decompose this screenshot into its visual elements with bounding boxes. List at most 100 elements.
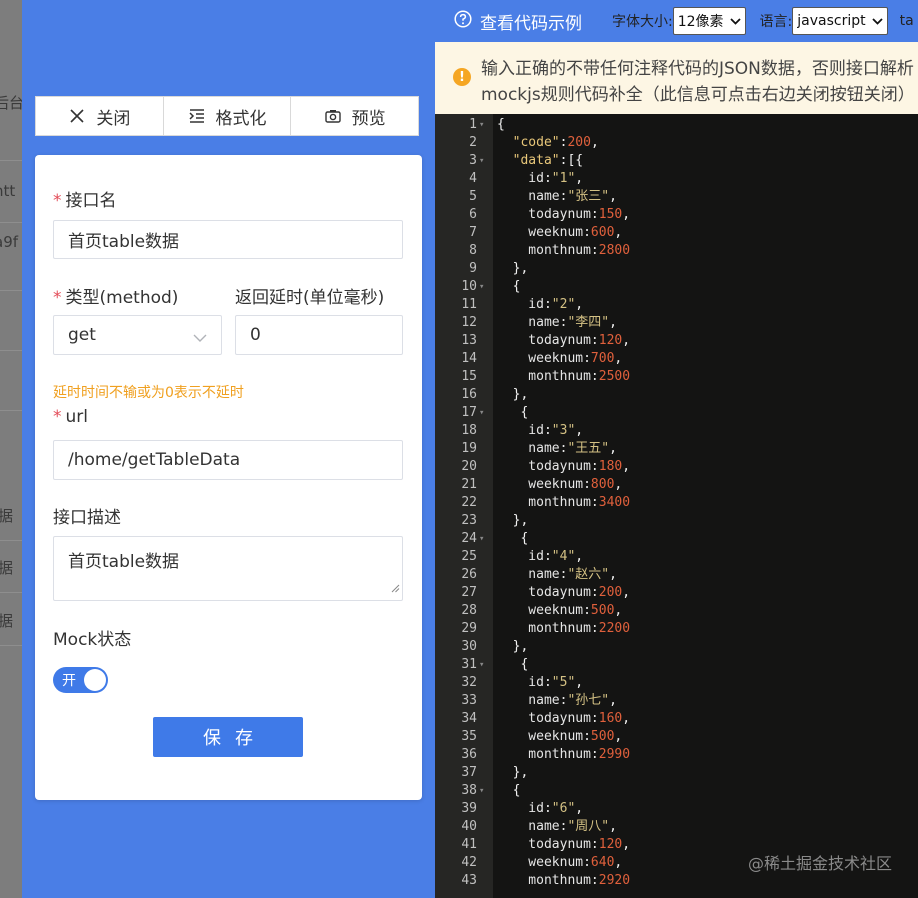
line-number: 5 [469,189,477,204]
fold-arrow-icon[interactable]: ▾ [479,278,484,296]
toggle-knob [84,669,106,691]
line-number: 34 [461,711,477,726]
code-line: 29 monthnum:2200 [435,620,918,638]
code-text: name:"孙七", [497,693,617,708]
api-form-card: * 接口名 首页table数据 * 类型(method) 返回延时(单位毫秒) ge… [35,155,422,800]
format-button[interactable]: 格式化 [164,97,292,135]
code-line: 33 name:"孙七", [435,692,918,710]
code-text: todaynum:160, [497,711,631,726]
url-input[interactable]: /home/getTableData [53,440,403,480]
api-name-value: 首页table数据 [68,232,180,252]
description-textarea[interactable]: 首页table数据 [53,536,403,601]
line-number: 13 [461,333,477,348]
extra-option-label: ta [899,13,914,29]
code-text: todaynum:180, [497,459,631,474]
line-number: 20 [461,459,477,474]
code-line: 10 ▾ { [435,278,918,296]
code-text: name:"王五", [497,441,617,456]
code-line: 26 name:"赵六", [435,566,918,584]
code-text: weeknum:700, [497,351,623,366]
close-icon [68,107,86,125]
code-text: todaynum:120, [497,837,631,852]
code-line: 34 todaynum:160, [435,710,918,728]
toggle-text: 开 [62,673,76,689]
line-number: 15 [461,369,477,384]
code-text: "data":[{ [512,153,584,168]
code-text: { [497,783,521,798]
line-number: 41 [461,837,477,852]
save-button[interactable]: 保存 [153,717,303,757]
code-example-link[interactable]: 查看代码示例 [454,9,582,34]
code-text: { [497,657,529,672]
method-select[interactable]: get [53,315,222,355]
required-star: * [53,191,62,211]
code-line: 12 name:"李四", [435,314,918,332]
resize-handle-icon[interactable] [391,578,400,598]
code-text: id:"4", [497,549,584,564]
code-line: 38 ▾ { [435,782,918,800]
fold-arrow-icon[interactable]: ▾ [479,116,484,134]
background-page: 后台 htt a9f 据 据 据 [0,0,22,898]
code-line: 21 weeknum:800, [435,476,918,494]
line-number: 7 [469,225,477,240]
code-text: { [497,279,521,294]
code-line: 39 id:"6", [435,800,918,818]
background-divider [0,540,22,541]
chevron-down-icon [871,17,883,25]
preview-button[interactable]: 预览 [291,97,418,135]
line-number: 31 [461,657,477,672]
editor-options-bar: 查看代码示例 字体大小: 12像素 语言: javascript ta [435,0,918,42]
api-name-label: * 接口名 [53,191,117,211]
line-number: 9 [469,261,477,276]
background-divider [0,160,22,161]
delay-hint: 延时时间不输或为0表示不延时 [53,385,244,401]
url-label: * url [53,407,88,427]
line-number: 23 [461,513,477,528]
line-number: 3 [469,153,477,168]
code-text: }, [497,639,529,654]
api-name-input[interactable]: 首页table数据 [53,220,403,259]
close-button[interactable]: 关闭 [36,97,164,135]
code-line: 11 id:"2", [435,296,918,314]
mock-status-toggle[interactable]: 开 [53,667,108,693]
code-text: { [497,531,529,546]
code-line: 5 name:"张三", [435,188,918,206]
code-line: 7 weeknum:600, [435,224,918,242]
background-text: 据 [0,507,14,525]
line-number: 1 [469,117,477,132]
fold-arrow-icon[interactable]: ▾ [479,782,484,800]
background-divider [0,222,22,223]
line-number: 25 [461,549,477,564]
code-text: { [497,117,505,132]
font-size-value: 12像素 [677,14,724,30]
font-size-select[interactable]: 12像素 [672,7,746,35]
warning-banner: ! 输入正确的不带任何注释代码的JSON数据，否则接口解析 mockjs规则代码… [435,42,918,114]
fold-arrow-icon[interactable]: ▾ [479,530,484,548]
line-number: 12 [461,315,477,330]
format-label: 格式化 [215,108,267,129]
line-number: 22 [461,495,477,510]
code-text: }, [497,765,529,780]
fold-arrow-icon[interactable]: ▾ [479,404,484,422]
fold-arrow-icon[interactable]: ▾ [479,656,484,674]
json-code-editor[interactable]: 1 ▾{2 "code":200, 3 ▾ "data":[{4 id:"1", 5 n… [435,114,918,898]
preview-label: 预览 [351,108,386,129]
language-value: javascript [797,13,866,29]
code-text: weeknum:800, [497,477,623,492]
line-number: 40 [461,819,477,834]
fold-arrow-icon[interactable]: ▾ [479,152,484,170]
code-line: 6 todaynum:150, [435,206,918,224]
line-number: 10 [461,279,477,294]
delay-label: 返回延时(单位毫秒) [235,288,385,308]
warning-line: 输入正确的不带任何注释代码的JSON数据，否则接口解析 [481,59,914,79]
line-number: 21 [461,477,477,492]
code-line: 27 todaynum:200, [435,584,918,602]
line-number: 27 [461,585,477,600]
code-text: monthnum:2800 [497,243,631,258]
language-select[interactable]: javascript [792,7,888,35]
line-number: 4 [469,171,477,186]
description-label: 接口描述 [53,508,121,528]
background-text: 据 [0,612,14,630]
delay-input[interactable]: 0 [235,315,403,355]
code-line: 8 monthnum:2800 [435,242,918,260]
